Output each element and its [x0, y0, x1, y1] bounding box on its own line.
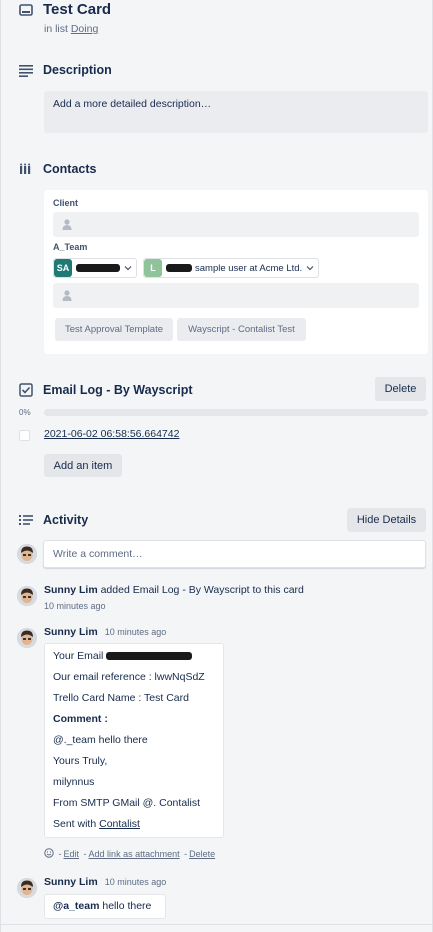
template-button-wayscript[interactable]: Wayscript - Contalist Test	[177, 318, 306, 341]
comment-line-signature: milynnus	[53, 776, 95, 788]
comment-time[interactable]: 10 minutes ago	[105, 877, 167, 887]
comment-line-ref: Our email reference : lwwNqSdZ	[53, 671, 205, 683]
comment-user[interactable]: Sunny Lim	[44, 626, 98, 638]
description-title: Description	[43, 63, 112, 77]
redacted-name-2	[166, 264, 192, 272]
template-button-approval[interactable]: Test Approval Template	[55, 318, 173, 341]
comment-header: Sunny Lim 10 minutes ago	[44, 876, 166, 888]
comment-line-comment-text: @._team hello there	[53, 734, 148, 746]
add-item-button[interactable]: Add an item	[44, 454, 122, 477]
comment-line-email: Your Email	[53, 646, 215, 667]
comment-placeholder: Write a comment…	[53, 548, 143, 560]
description-placeholder: Add a more detailed description…	[53, 98, 212, 110]
sent-prefix: Sent with	[53, 818, 100, 830]
checklist-progress-label: 0%	[19, 408, 31, 417]
avatar	[17, 878, 37, 898]
contacts-title: Contacts	[43, 162, 97, 176]
avatar	[17, 628, 37, 648]
chevron-down-icon[interactable]	[124, 264, 132, 272]
card-detail-window: Test Card in list Doing Description Add …	[0, 0, 433, 932]
activity-action: added Email Log - By Wayscript to this c…	[97, 584, 304, 596]
checklist-icon	[19, 383, 33, 397]
member-initials-2: L	[144, 259, 162, 277]
add-link-attachment-link[interactable]: Add link as attachment	[89, 849, 180, 859]
checklist-item-text[interactable]: 2021-06-02 06:58:56.664742	[44, 428, 179, 440]
comment-line-comment-label: Comment :	[53, 713, 108, 725]
activity-entry-1: Sunny Lim added Email Log - By Wayscript…	[44, 584, 304, 596]
contalist-link[interactable]: Contalist	[99, 818, 140, 830]
activity-time[interactable]: 10 minutes ago	[44, 601, 106, 611]
comment-line-card-name: Trello Card Name : Test Card	[53, 692, 189, 704]
contacts-icon	[19, 162, 33, 176]
team-member-chip-2[interactable]: L sample user at Acme Ltd.	[143, 258, 319, 278]
member-name-2: sample user at Acme Ltd.	[195, 262, 303, 274]
email-prefix: Your Email	[53, 650, 107, 662]
delete-comment-link[interactable]: Delete	[189, 849, 215, 859]
comment-line-from: From SMTP GMail @. Contalist	[53, 797, 200, 809]
team-label: A_Team	[53, 242, 88, 252]
redacted-email	[106, 652, 193, 661]
person-icon	[62, 219, 72, 230]
comment-user[interactable]: Sunny Lim	[44, 876, 98, 888]
activity-user[interactable]: Sunny Lim	[44, 584, 98, 596]
comment-text: hello there	[99, 900, 152, 912]
avatar	[17, 586, 37, 606]
card-list-info: in list Doing	[44, 23, 98, 35]
checklist-item-checkbox[interactable]	[19, 430, 30, 441]
comment-actions: - Edit - Add link as attachment - Delete	[44, 848, 215, 859]
chevron-down-icon[interactable]	[306, 264, 314, 272]
card-icon	[19, 3, 33, 17]
client-field[interactable]	[53, 212, 419, 237]
avatar	[17, 544, 37, 564]
checklist-title[interactable]: Email Log - By Wayscript	[43, 383, 193, 397]
comment-line-yours: Yours Truly,	[53, 755, 108, 767]
person-icon	[62, 290, 72, 301]
mention[interactable]: @a_team	[53, 900, 99, 912]
comment-input[interactable]: Write a comment…	[43, 540, 426, 568]
bottom-divider	[1, 924, 433, 925]
client-label: Client	[53, 198, 79, 208]
list-prefix: in list	[44, 23, 71, 35]
description-editor[interactable]: Add a more detailed description…	[44, 91, 428, 133]
comment-body: Your Email Our email reference : lwwNqSd…	[44, 643, 224, 838]
card-title[interactable]: Test Card	[43, 1, 111, 18]
delete-checklist-button[interactable]: Delete	[375, 377, 426, 401]
comment-body: @a_team hello there	[44, 894, 166, 919]
emoji-reaction-icon[interactable]	[44, 848, 54, 858]
hide-details-button[interactable]: Hide Details	[347, 508, 426, 532]
checklist-progress-bar	[44, 409, 428, 416]
team-member-chip-1[interactable]: SA	[53, 258, 137, 278]
list-link[interactable]: Doing	[71, 23, 98, 35]
edit-link[interactable]: Edit	[64, 849, 80, 859]
redacted-name-1	[76, 264, 120, 272]
description-icon	[19, 63, 33, 77]
member-initials-1: SA	[54, 259, 72, 277]
comment-header: Sunny Lim 10 minutes ago	[44, 626, 166, 638]
activity-title: Activity	[43, 513, 89, 527]
comment-line-sent: Sent with Contalist	[53, 814, 215, 835]
activity-icon	[19, 513, 33, 527]
team-field[interactable]	[53, 283, 419, 308]
comment-time[interactable]: 10 minutes ago	[105, 627, 167, 637]
